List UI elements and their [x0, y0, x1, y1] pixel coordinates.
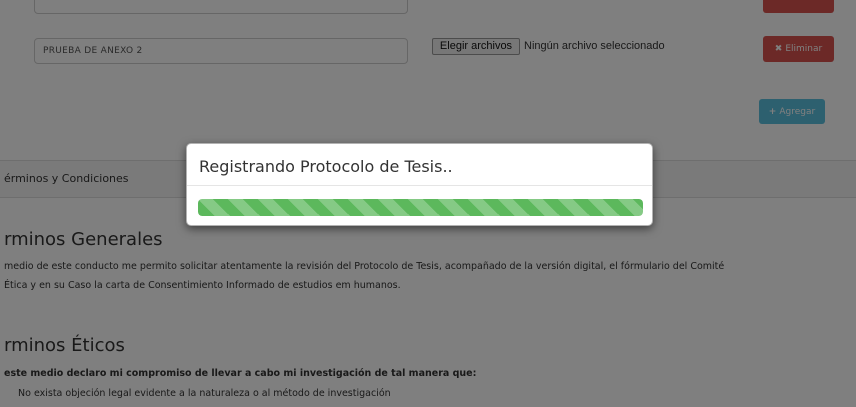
modal-title: Registrando Protocolo de Tesis.. — [199, 157, 453, 176]
progress-bar-fill — [198, 199, 643, 216]
progress-modal: Registrando Protocolo de Tesis.. — [186, 143, 653, 226]
progress-bar-track — [198, 199, 643, 216]
modal-header: Registrando Protocolo de Tesis.. — [187, 144, 652, 186]
